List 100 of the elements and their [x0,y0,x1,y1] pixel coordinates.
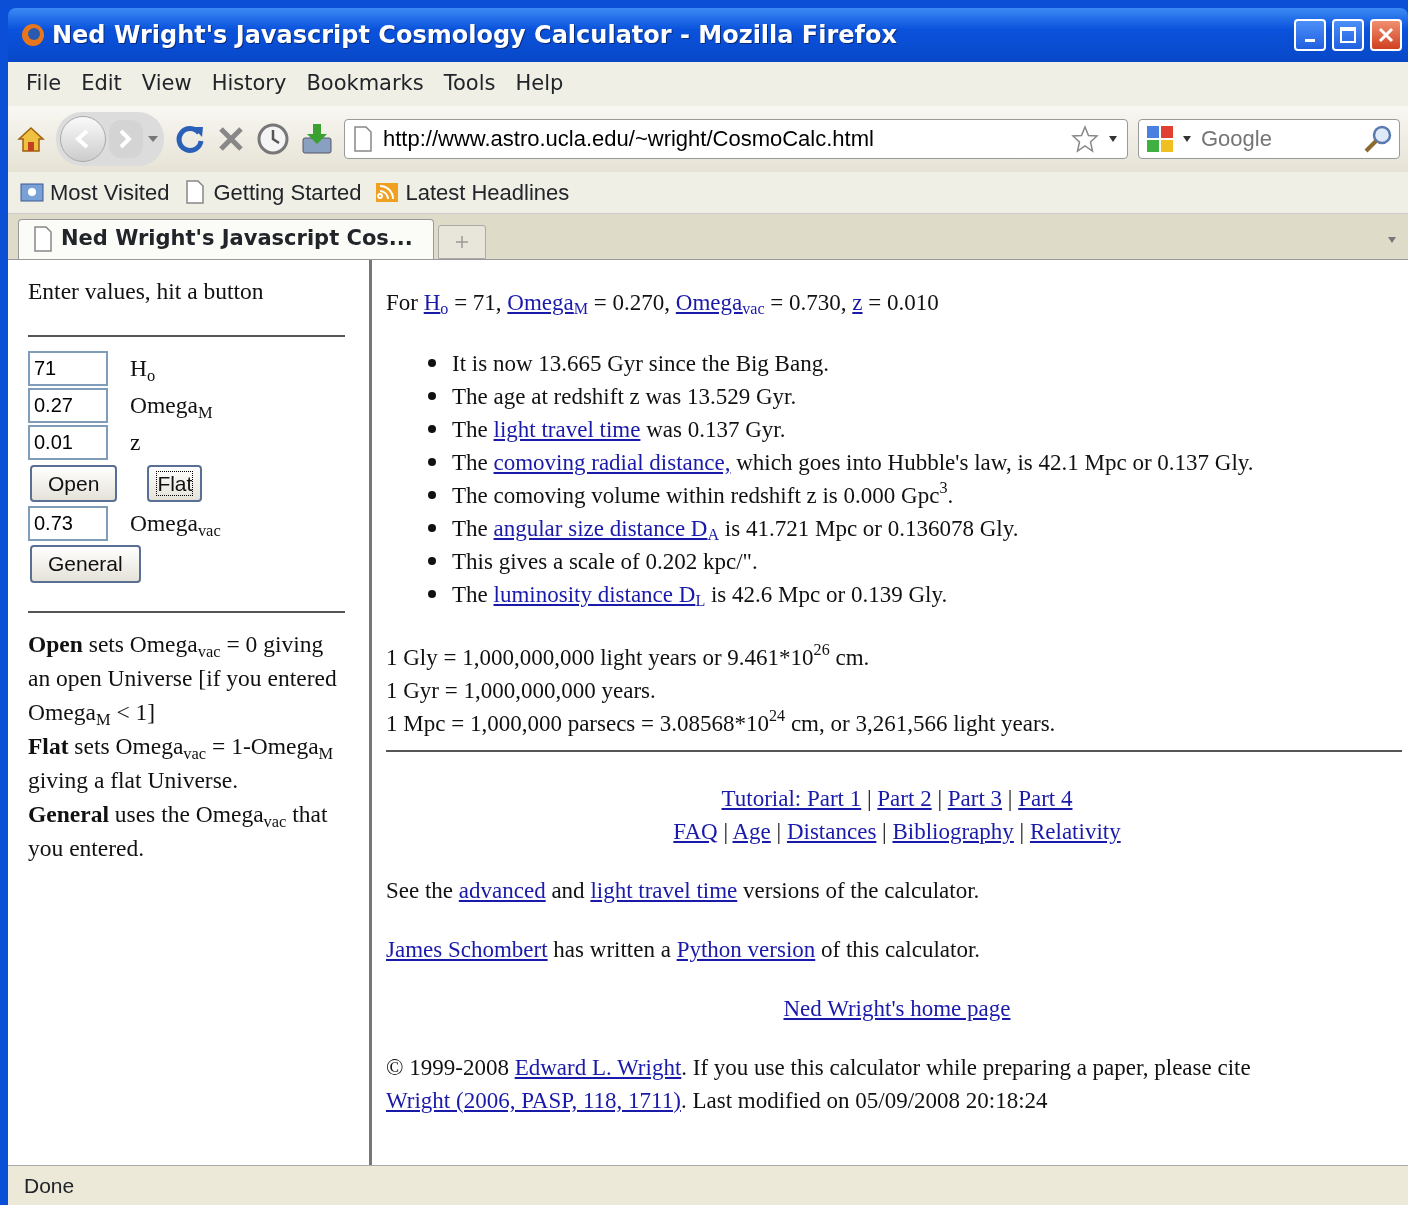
link[interactable]: Part 2 [877,785,932,811]
help-text: Flat sets Omega$_{vac}$ = 1-Omega$_{M}$ giving a flat Universe. [28,731,335,795]
star-icon[interactable] [1071,124,1099,153]
link[interactable]: Age [732,818,771,844]
unit-text: 1 Gyr = 1,000,000,000 years. [386,676,657,705]
bullet-icon [428,524,436,532]
search-bar[interactable]: Google [1138,118,1400,159]
maximize-button[interactable] [1332,19,1364,51]
maximize-icon [1340,27,1356,43]
form-button[interactable]: General [30,545,141,583]
field-label: Omega$_{vac}$ [130,509,221,542]
bookmark-item[interactable]: Latest Headlines [375,175,570,209]
menu-item[interactable]: History [203,66,295,102]
link[interactable]: z [852,289,863,315]
nav-links: Tutorial: Part 1 | Part 2 | Part 3 | Part 4 [720,784,1074,813]
address-field[interactable]: http://www.astro.ucla.edu/~wright/CosmoCalc.html [381,121,1063,156]
link[interactable]: Relativity [1029,818,1121,844]
minimize-button[interactable] [1294,19,1326,51]
link[interactable]: H$_{o}$ [423,289,449,315]
field-label: z [130,428,141,458]
link[interactable]: Tutorial: Part 1 [721,785,862,811]
form-button[interactable]: Flat [147,464,203,502]
folder-icon [20,180,44,204]
link[interactable]: advanced [458,877,546,903]
bullet-icon [428,359,436,367]
firefox-icon [20,22,46,48]
link[interactable]: FAQ [673,818,718,844]
link[interactable]: Omega$_{vac}$ [675,289,765,315]
link[interactable]: Omega$_{M}$ [507,289,589,315]
result-text: The comoving radial distance, which goes into Hubble's law, is 42.1 Mpc or 0.137 Gly. [452,448,1254,477]
search-field[interactable]: Google [1199,121,1357,156]
paragraph-text: © 1999-2008 Edward L. Wright. If you use this calculator while preparing a paper, please cite Wright (2006, PASP, 118, 1711). Last modified on 05/09/2008 20:18:24 [386,1053,1252,1115]
close-button[interactable] [1370,19,1402,51]
field-label: Omega$_{M}$ [130,391,213,424]
result-text: The light travel time was 0.137 Gyr. [452,415,786,444]
dropdown-arrow-icon[interactable] [1107,133,1119,144]
bullet-icon [428,590,436,598]
link[interactable]: Bibliography [892,818,1014,844]
link[interactable]: angular size distance D$_{A}$ [493,515,720,541]
home-icon[interactable] [16,124,46,153]
menu-item[interactable]: Tools [435,66,504,102]
menu-item[interactable]: Help [507,66,572,102]
input-field[interactable]: 0.73 [28,506,108,542]
nav-links: FAQ | Age | Distances | Bibliography | Relativity [672,817,1122,846]
summary-text: For H$_{o}$ = 71, Omega$_{M}$ = 0.270, Omega$_{vac}$ = 0.730, z = 0.010 [386,288,940,319]
result-text: It is now 13.665 Gyr since the Big Bang. [452,349,829,378]
intro-text: Enter values, hit a button [28,276,265,306]
link[interactable]: comoving radial distance, [493,449,731,475]
link[interactable]: light travel time [590,877,738,903]
paragraph-text: See the advanced and light travel time versions of the calculator. [386,876,981,905]
minimize-icon [1305,38,1315,42]
clock-icon[interactable] [256,121,290,156]
menu-item[interactable]: View [133,66,200,102]
plus-icon [454,234,469,249]
link[interactable]: James Schombert [386,936,548,962]
link[interactable]: Distances [786,818,877,844]
bullet-icon [428,491,436,499]
link[interactable]: Ned Wright's home page [783,995,1011,1021]
bullet-icon [428,392,436,400]
unit-text: 1 Gly = 1,000,000,000 light years or 9.461*10$^{26}$ cm. [386,640,871,672]
result-text: This gives a scale of 0.202 kpc/". [452,547,758,576]
dropdown-arrow-icon[interactable] [1181,133,1193,144]
page-icon [353,125,373,152]
help-text: General uses the Omega$_{vac}$ that you entered. [28,799,329,863]
bullet-icon [428,425,436,433]
link[interactable]: Python version [676,936,816,962]
bullet-icon [428,458,436,466]
unit-text: 1 Mpc = 1,000,000 parsecs = 3.08568*10$^{24}$ cm, or 3,261,566 light years. [386,706,1057,738]
status-text: Done [24,1172,75,1199]
search-icon[interactable] [1363,123,1393,154]
input-field[interactable]: 71 [28,350,108,386]
close-icon [1378,27,1394,43]
bookmark-item[interactable]: Getting Started [183,175,362,209]
link[interactable]: Edward L. Wright [514,1054,682,1080]
address-bar[interactable]: http://www.astro.ucla.edu/~wright/CosmoCalc.html [344,118,1128,159]
menu-item[interactable]: File [18,66,70,102]
download-icon[interactable] [300,121,334,156]
page-icon [33,226,53,252]
result-text: The comoving volume within redshift z is 0.000 Gpc$^{3}$. [452,478,954,510]
menu-item[interactable]: Edit [73,66,130,102]
link[interactable]: light travel time [493,416,641,442]
result-text: The age at redshift z was 13.529 Gyr. [452,382,797,411]
input-field[interactable]: 0.27 [28,388,108,424]
field-label: H$_{o}$ [130,353,156,386]
form-button[interactable]: Open [30,464,118,502]
result-text: The angular size distance D$_{A}$ is 41.721 Mpc or 0.136078 Gly. [452,514,1019,545]
bookmark-item[interactable]: Most Visited [20,175,170,209]
link[interactable]: Part 3 [947,785,1003,811]
window-title: Ned Wright's Javascript Cosmology Calculator - Mozilla Firefox [52,20,898,51]
link[interactable]: Part 4 [1018,785,1073,811]
tab[interactable]: Ned Wright's Javascript Cos... [18,218,434,259]
menu-item[interactable]: Bookmarks [298,66,432,102]
paragraph-text: James Schombert has written a Python version of this calculator. [386,935,982,964]
link[interactable]: Wright (2006, PASP, 118, 1711) [386,1087,681,1113]
result-text: The luminosity distance D$_{L}$ is 42.6 Mpc or 0.139 Gly. [452,580,948,611]
rss-feed-icon [375,180,400,204]
bullet-icon [428,557,436,565]
search-engine-icon[interactable] [1145,123,1175,154]
link[interactable]: luminosity distance D$_{L}$ [493,581,706,607]
input-field[interactable]: 0.01 [28,425,108,461]
